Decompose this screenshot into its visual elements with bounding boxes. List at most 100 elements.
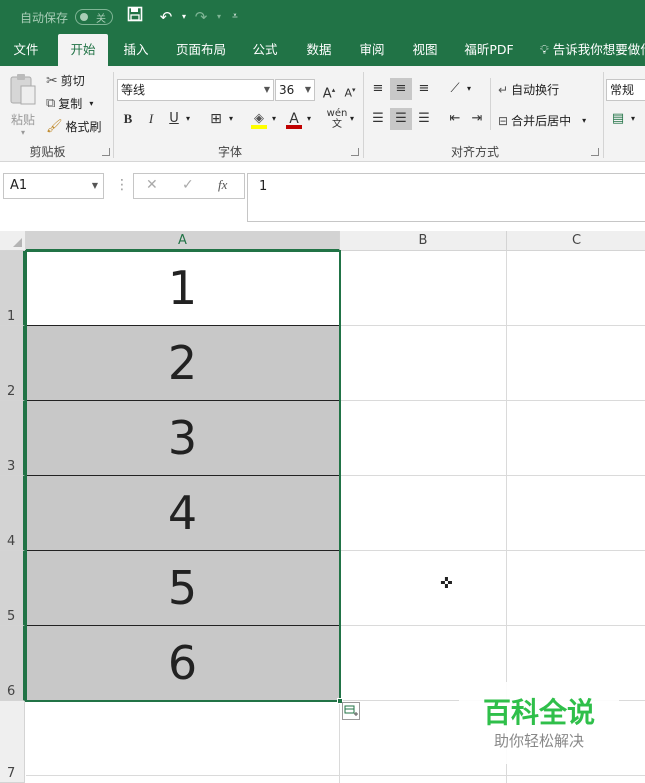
cell-a2[interactable]: 2 [26, 326, 339, 401]
select-all-triangle-icon [13, 238, 22, 247]
font-size-combo[interactable]: 36 ▼ [275, 79, 315, 101]
align-center-button[interactable]: ☰ [390, 108, 412, 130]
cancel-icon[interactable]: ✕ [146, 177, 158, 193]
italic-button[interactable]: I [140, 108, 162, 130]
cell-a1[interactable]: 1 [26, 251, 339, 326]
number-format-combo[interactable]: 常规 [606, 79, 645, 101]
phonetic-dropdown-icon[interactable]: ▾ [350, 114, 354, 123]
clipboard-group-label: 剪贴板 [29, 145, 66, 159]
borders-dropdown-icon[interactable]: ▾ [229, 114, 233, 123]
orientation-button[interactable]: ⟋ [444, 78, 466, 100]
wrap-text-label: 自动换行 [511, 83, 560, 97]
insert-function-icon[interactable]: fx [218, 177, 227, 193]
align-middle-button[interactable]: ≡ [390, 78, 412, 100]
font-launcher-icon[interactable] [351, 148, 359, 156]
phonetic-guide-button[interactable]: wén 文 [326, 108, 348, 130]
align-top-button[interactable]: ≡ [367, 78, 389, 100]
increase-font-size-button[interactable]: A▴ [318, 79, 340, 101]
decrease-indent-button[interactable]: ⇤ [444, 108, 466, 130]
row-header-7[interactable]: 7 [0, 701, 25, 783]
borders-button[interactable]: ⊞ [205, 108, 227, 130]
column-header-c[interactable]: C [507, 231, 645, 251]
accounting-format-button[interactable]: ▤ [607, 108, 629, 130]
fill-color-button[interactable]: ◈ [248, 108, 270, 130]
merge-cells-icon: ⊟ [498, 113, 509, 128]
tab-data[interactable]: 数据 [298, 34, 340, 66]
orientation-dropdown-icon[interactable]: ▾ [467, 84, 471, 93]
name-box[interactable]: A1 ▼ [3, 173, 104, 199]
paint-bucket-icon: ◈ [254, 111, 264, 126]
wrap-text-icon: ↵ [498, 82, 509, 97]
save-icon[interactable] [124, 6, 146, 28]
row-header-3[interactable]: 3 [0, 401, 25, 476]
align-bottom-button[interactable]: ≡ [413, 78, 435, 100]
customize-toolbar-icon[interactable]: ⩡ [224, 6, 246, 28]
gridline [339, 550, 645, 551]
clipboard-launcher-icon[interactable] [102, 148, 110, 156]
column-header-b[interactable]: B [340, 231, 507, 251]
paste-button[interactable]: 粘贴 ▾ [6, 72, 40, 137]
gridline [26, 775, 645, 776]
autosave-toggle[interactable]: 关 [75, 9, 113, 25]
decrease-font-size-button[interactable]: A▾ [339, 79, 361, 101]
select-all-corner[interactable] [0, 231, 26, 251]
enter-icon[interactable]: ✓ [182, 177, 194, 193]
number-format-value: 常规 [610, 83, 635, 97]
row-header-4[interactable]: 4 [0, 476, 25, 551]
align-left-button[interactable]: ☰ [367, 108, 389, 130]
tab-home[interactable]: 开始 [58, 34, 108, 66]
format-painter-button[interactable]: 🖌︎ 格式刷 [46, 118, 102, 135]
merge-center-label: 合并后居中 [511, 114, 572, 128]
accounting-dropdown-icon[interactable]: ▾ [631, 114, 635, 123]
chevron-down-icon: ▼ [263, 85, 270, 94]
fill-color-swatch [251, 125, 267, 129]
underline-dropdown-icon[interactable]: ▾ [186, 114, 190, 123]
font-name-combo[interactable]: 等线 ▼ [117, 79, 274, 101]
alignment-launcher-icon[interactable] [591, 148, 599, 156]
tab-formulas[interactable]: 公式 [244, 34, 286, 66]
wrap-text-button[interactable]: ↵ 自动换行 [498, 81, 559, 98]
watermark-logo: 百科全说 助你轻松解决 [459, 682, 619, 764]
font-color-swatch [286, 125, 302, 129]
tab-insert[interactable]: 插入 [115, 34, 157, 66]
cell-a6[interactable]: 6 [26, 626, 339, 701]
tab-page-layout[interactable]: 页面布局 [170, 34, 232, 66]
increase-indent-button[interactable]: ⇥ [466, 108, 488, 130]
column-header-a[interactable]: A [26, 231, 340, 251]
tell-me-text: 告诉我你想要做什 [552, 42, 645, 57]
row-header-1[interactable]: 1 [0, 251, 25, 326]
align-right-button[interactable]: ☰ [413, 108, 435, 130]
copy-dropdown-icon: ▾ [89, 99, 94, 108]
fill-color-dropdown-icon[interactable]: ▾ [272, 114, 276, 123]
underline-button[interactable]: U [163, 108, 185, 130]
formula-buttons: ✕ ✓ fx [133, 173, 245, 199]
tab-foxit-pdf[interactable]: 福昕PDF [458, 34, 520, 66]
tab-view[interactable]: 视图 [404, 34, 446, 66]
svg-text:助你轻松解决: 助你轻松解决 [494, 732, 584, 750]
tab-review[interactable]: 审阅 [351, 34, 393, 66]
ribbon: 粘贴 ▾ ✂ 剪切 ⧉ 复制 ▾ 🖌︎ 格式刷 剪贴板 等线 ▼ 36 ▼ A▴… [0, 66, 645, 162]
cut-button[interactable]: ✂ 剪切 [46, 72, 85, 89]
gridline [339, 325, 645, 326]
font-size-value: 36 [279, 83, 295, 97]
paste-dropdown-icon: ▾ [20, 128, 25, 137]
formula-input[interactable]: 1 [247, 173, 645, 222]
formula-bar: A1 ▼ ⋮ ✕ ✓ fx 1 [0, 163, 645, 231]
cell-a4[interactable]: 4 [26, 476, 339, 551]
merge-center-button[interactable]: ⊟ 合并后居中 ▾ [498, 112, 586, 129]
merge-dropdown-icon: ▾ [582, 116, 587, 125]
cell-a5[interactable]: 5 [26, 551, 339, 626]
row-header-5[interactable]: 5 [0, 551, 25, 626]
row-header-6[interactable]: 6 [0, 626, 25, 701]
cell-a3[interactable]: 3 [26, 401, 339, 476]
copy-button[interactable]: ⧉ 复制 ▾ [46, 95, 93, 112]
more-options-icon[interactable]: ⋮ [115, 177, 129, 193]
tell-me-box[interactable]: 💡︎ 告诉我你想要做什 [540, 34, 645, 66]
quick-analysis-icon [344, 705, 358, 716]
bold-button[interactable]: B [117, 108, 139, 130]
font-color-button[interactable]: A [283, 108, 305, 130]
font-color-dropdown-icon[interactable]: ▾ [307, 114, 311, 123]
quick-analysis-button[interactable] [342, 702, 360, 720]
row-header-2[interactable]: 2 [0, 326, 25, 401]
tab-file[interactable]: 文件 [5, 34, 47, 66]
